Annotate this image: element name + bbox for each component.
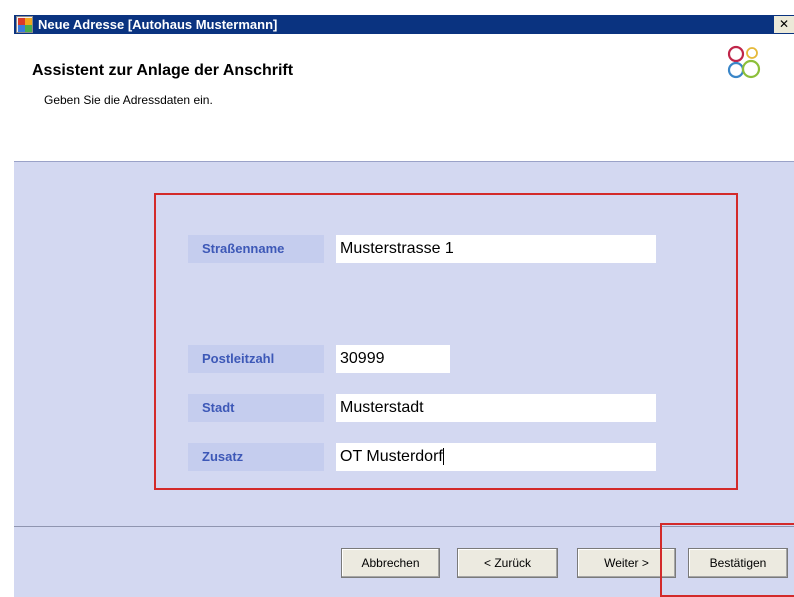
city-label: Stadt <box>188 394 324 422</box>
back-button[interactable]: < Zurück <box>457 548 558 578</box>
postal-code-label: Postleitzahl <box>188 345 324 373</box>
extra-input[interactable]: OT Musterdorf <box>336 443 656 471</box>
window-title: Neue Adresse [Autohaus Mustermann] <box>38 17 278 32</box>
wizard-heading: Assistent zur Anlage der Anschrift <box>32 62 294 79</box>
street-input[interactable]: Musterstrasse 1 <box>336 235 656 263</box>
city-input[interactable]: Musterstadt <box>336 394 656 422</box>
close-icon[interactable]: ✕ <box>774 16 794 33</box>
extra-label: Zusatz <box>188 443 324 471</box>
app-icon <box>16 16 33 33</box>
postal-code-input[interactable]: 30999 <box>336 345 450 373</box>
confirm-highlight-box <box>660 523 794 597</box>
extra-input-value: OT Musterdorf <box>340 448 444 465</box>
street-label: Straßenname <box>188 235 324 263</box>
cancel-button[interactable]: Abbrechen <box>341 548 440 578</box>
wizard-header: Assistent zur Anlage der Anschrift Geben… <box>14 34 794 161</box>
wizard-subheading: Geben Sie die Adressdaten ein. <box>44 93 213 107</box>
circles-logo-icon <box>727 45 761 79</box>
